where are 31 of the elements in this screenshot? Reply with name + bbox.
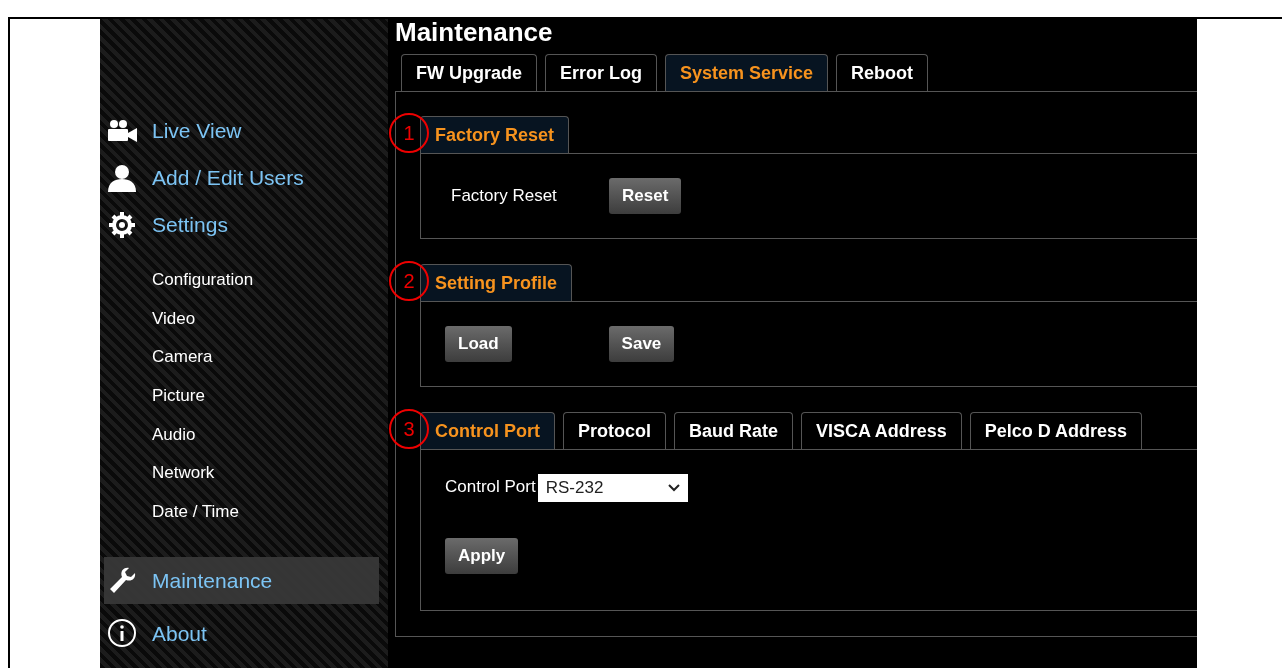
sidebar-item[interactable]: About bbox=[104, 609, 379, 657]
tab[interactable]: Error Log bbox=[545, 54, 657, 91]
sidebar-subitem[interactable]: Picture bbox=[104, 384, 379, 423]
select-field[interactable]: RS-232 bbox=[537, 474, 688, 502]
sidebar-subitem[interactable]: Date / Time bbox=[104, 500, 379, 539]
field-label: Control Port bbox=[445, 476, 536, 498]
sidebar-item[interactable]: Settings bbox=[104, 201, 379, 248]
sidebar-subitem[interactable]: Camera bbox=[104, 345, 379, 385]
sidebar-item[interactable]: Maintenance bbox=[104, 556, 379, 604]
tab[interactable]: Factory Reset bbox=[420, 116, 570, 153]
field-label: Factory Reset bbox=[451, 185, 558, 208]
button[interactable]: Apply bbox=[445, 538, 519, 574]
tab[interactable]: Baud Rate bbox=[674, 412, 794, 449]
tab[interactable]: Protocol bbox=[563, 412, 666, 449]
tab[interactable]: Setting Profile bbox=[420, 264, 572, 301]
sidebar-subitem[interactable]: Video bbox=[104, 306, 379, 346]
sidebar-item[interactable]: Live View bbox=[104, 107, 379, 154]
button[interactable]: Load bbox=[445, 326, 512, 362]
sidebar-item[interactable]: Add / Edit Users bbox=[104, 154, 379, 201]
tab[interactable]: Control Port bbox=[420, 412, 555, 449]
sidebar-subitem[interactable]: Audio bbox=[104, 422, 379, 462]
sidebar-subitem[interactable]: Network bbox=[104, 461, 379, 501]
tab[interactable]: FW Upgrade bbox=[401, 54, 537, 91]
button[interactable]: Reset bbox=[609, 178, 682, 214]
sidebar-subitem[interactable]: Configuration bbox=[104, 268, 379, 307]
button[interactable]: Save bbox=[608, 326, 675, 362]
tab[interactable]: VISCA Address bbox=[801, 412, 962, 449]
tab[interactable]: System Service bbox=[665, 54, 829, 91]
tab[interactable]: Reboot bbox=[836, 54, 929, 91]
tab[interactable]: Pelco D Address bbox=[969, 412, 1143, 449]
page-title: Maintenance bbox=[395, 19, 554, 47]
